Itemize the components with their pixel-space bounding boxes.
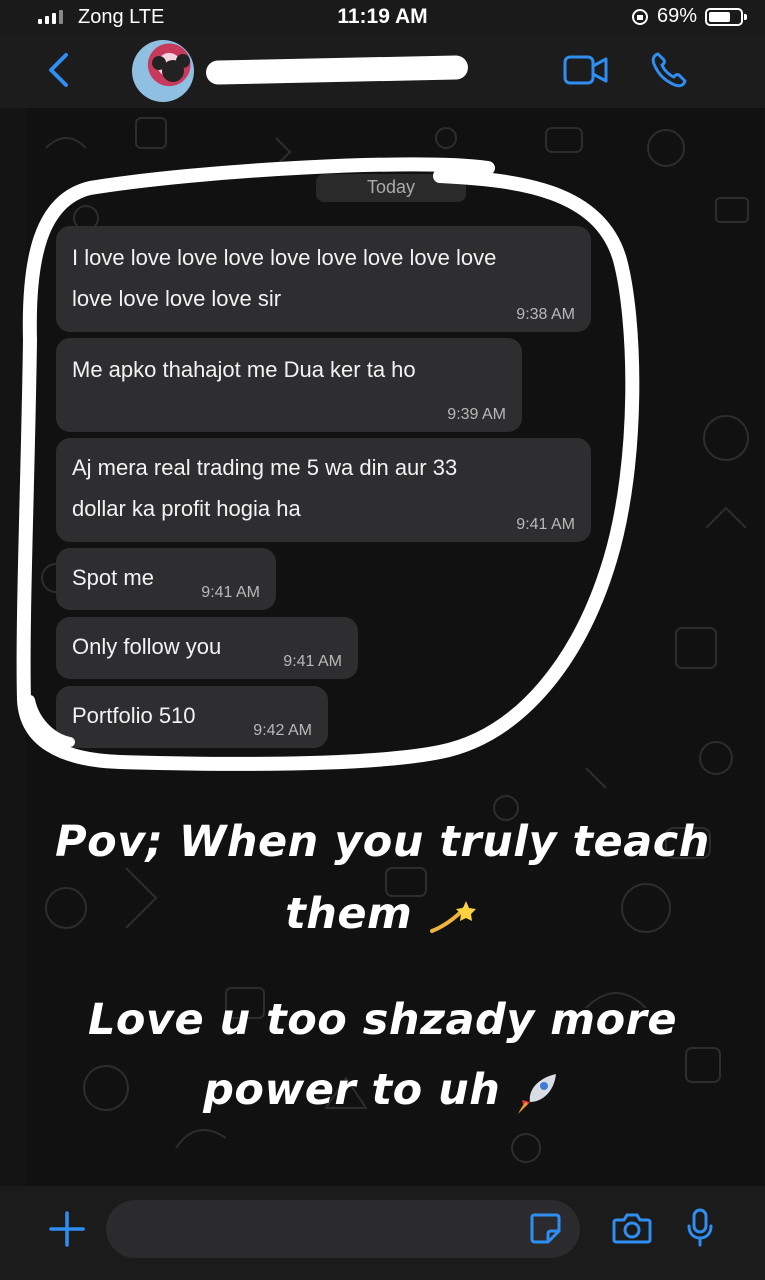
- phone-icon[interactable]: [650, 51, 688, 89]
- message-input-bar: [0, 1186, 765, 1280]
- message-text: love love love love sir: [72, 286, 282, 311]
- video-camera-icon[interactable]: [563, 54, 609, 86]
- date-chip: Today: [316, 174, 466, 202]
- caption-line-4: power to uh: [0, 1058, 765, 1122]
- plus-icon[interactable]: [48, 1210, 86, 1248]
- message-time: 9:39 AM: [447, 406, 506, 423]
- dizzy-star-emoji-icon: [429, 900, 476, 933]
- rocket-emoji-icon: [517, 1073, 556, 1114]
- message-text: I love love love love love love love lov…: [72, 245, 497, 270]
- sticker-icon[interactable]: [528, 1211, 562, 1245]
- message-text: Me apko thahajot me Dua ker ta ho: [72, 357, 416, 382]
- caption-text: them: [285, 889, 413, 939]
- message-text: dollar ka profit hogia ha: [72, 496, 301, 521]
- chat-header: [0, 34, 765, 108]
- caption-line-1: Pov; When you truly teach: [0, 810, 765, 874]
- message-input[interactable]: [106, 1200, 580, 1258]
- orientation-lock-icon: [631, 8, 648, 25]
- message-text: Aj mera real trading me 5 wa din aur 33: [72, 455, 458, 480]
- message-time: 9:38 AM: [516, 306, 575, 323]
- caption-line-3: Love u too shzady more: [0, 988, 765, 1052]
- camera-icon[interactable]: [612, 1211, 652, 1245]
- message-time: 9:42 AM: [253, 722, 312, 739]
- message-bubble[interactable]: Me apko thahajot me Dua ker ta ho 9:39 A…: [56, 338, 522, 432]
- message-bubble[interactable]: Spot me 9:41 AM: [56, 548, 276, 610]
- microphone-icon[interactable]: [686, 1208, 714, 1248]
- caption-line-2: them: [0, 882, 765, 946]
- battery-percent: 69%: [656, 5, 697, 27]
- back-chevron-icon[interactable]: [44, 52, 74, 88]
- battery-indicator: 69%: [631, 5, 747, 28]
- caption-text: Pov; When you truly teach: [55, 817, 710, 867]
- battery-icon: [705, 7, 747, 26]
- caption-text: power to uh: [203, 1065, 501, 1115]
- message-time: 9:41 AM: [516, 516, 575, 533]
- status-bar: Zong LTE 11:19 AM 69%: [0, 0, 765, 34]
- message-bubble[interactable]: Only follow you 9:41 AM: [56, 617, 358, 679]
- message-bubble[interactable]: I love love love love love love love lov…: [56, 226, 591, 332]
- message-bubble[interactable]: Portfolio 510 9:42 AM: [56, 686, 328, 748]
- avatar[interactable]: [132, 40, 194, 102]
- redacted-contact-name: [205, 55, 469, 85]
- message-time: 9:41 AM: [283, 653, 342, 670]
- message-time: 9:41 AM: [201, 584, 260, 601]
- caption-text: Love u too shzady more: [87, 995, 678, 1045]
- message-bubble[interactable]: Aj mera real trading me 5 wa din aur 33 …: [56, 438, 591, 542]
